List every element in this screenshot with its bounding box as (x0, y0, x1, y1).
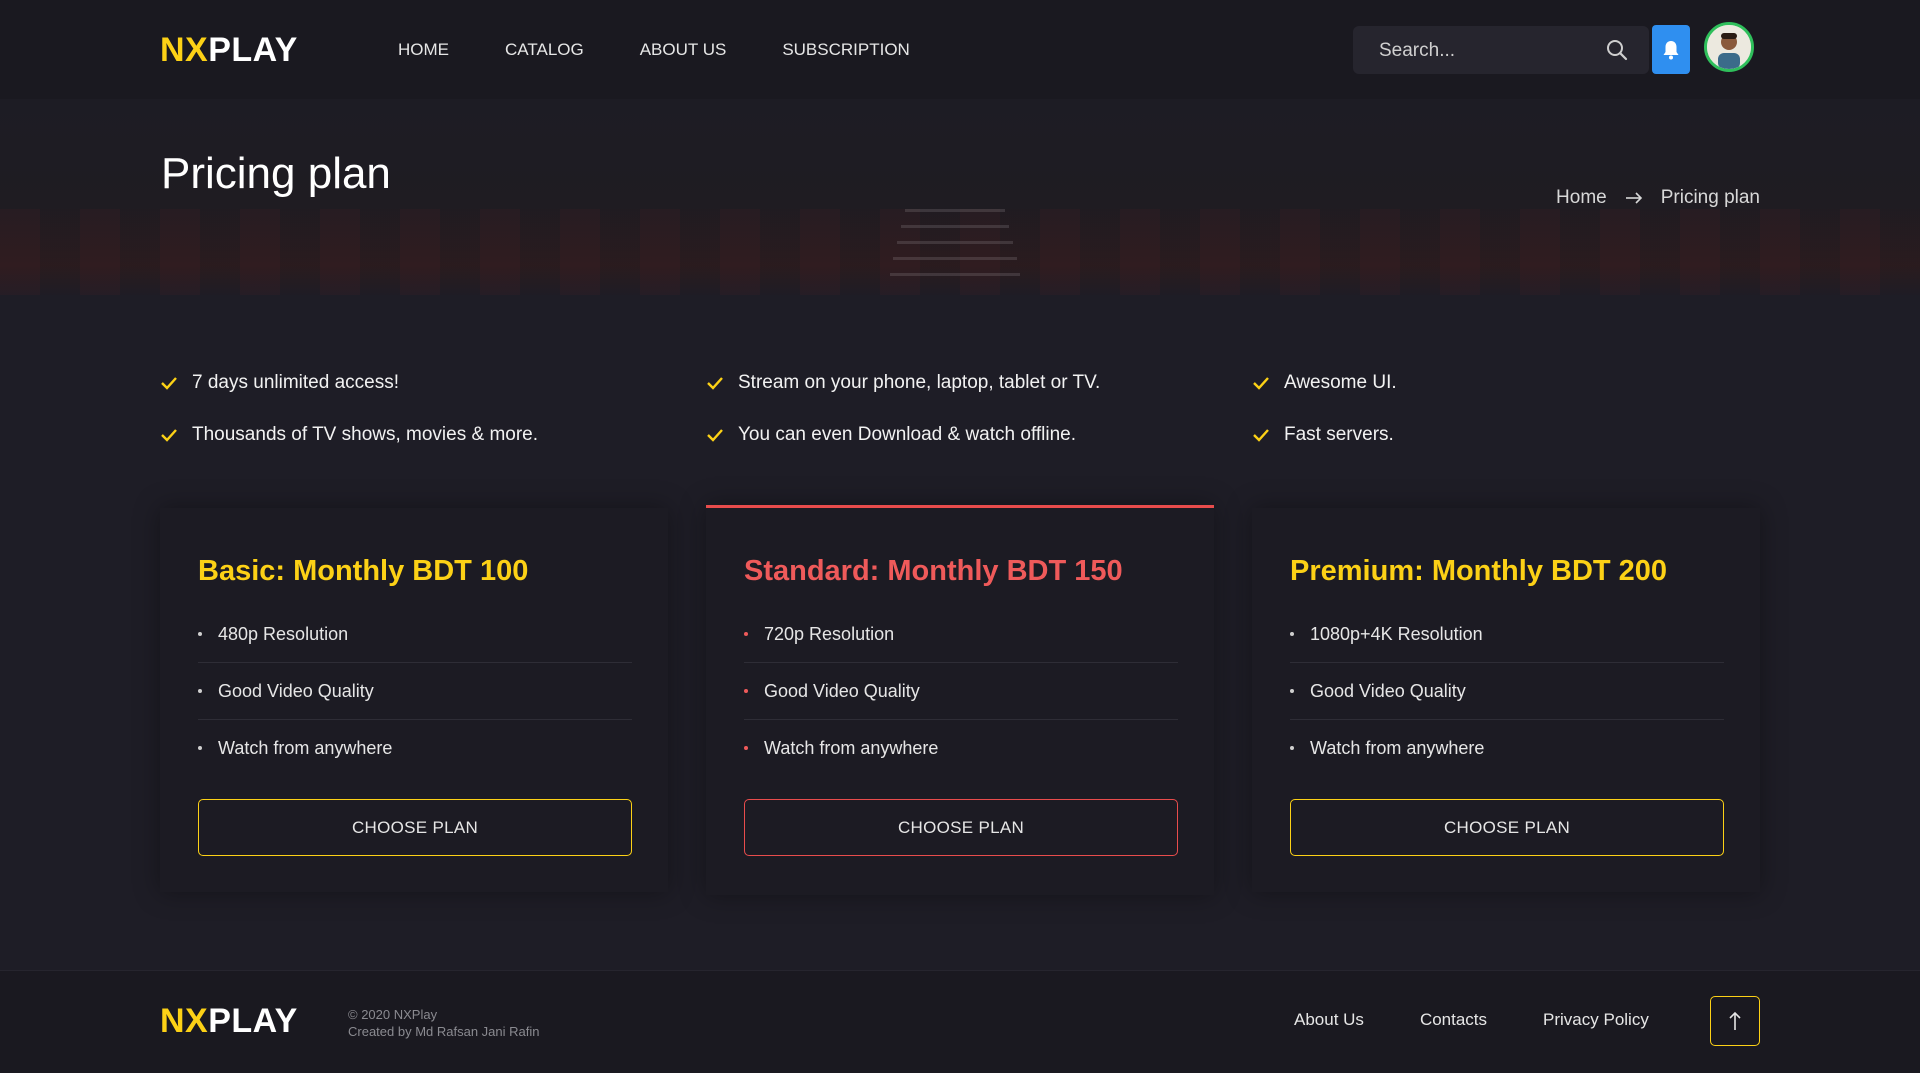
footer-link-about-us[interactable]: About Us (1294, 1010, 1364, 1030)
arrow-up-icon (1729, 1011, 1741, 1030)
feature-item: Fast servers. (1252, 424, 1394, 446)
logo-nx: NX (160, 1002, 209, 1040)
breadcrumb-current: Pricing plan (1660, 187, 1760, 208)
plan-feature-item: 480p Resolution (198, 606, 632, 663)
plan-title: Premium: Monthly BDT 200 (1290, 555, 1668, 587)
logo[interactable]: NXPLAY (160, 30, 298, 70)
plan-features: 1080p+4K Resolution Good Video Quality W… (1290, 606, 1724, 776)
feature-text: Stream on your phone, laptop, tablet or … (738, 372, 1101, 393)
check-icon (1253, 429, 1269, 442)
search-icon[interactable] (1605, 38, 1629, 62)
footer-logo[interactable]: NXPLAY (160, 1001, 298, 1041)
plan-feature-item: 720p Resolution (744, 606, 1178, 663)
check-icon (161, 429, 177, 442)
bell-icon (1663, 40, 1679, 59)
breadcrumb-home[interactable]: Home (1556, 187, 1607, 209)
plan-feature-item: Watch from anywhere (1290, 720, 1724, 776)
plan-title: Basic: Monthly BDT 100 (198, 555, 529, 587)
choose-plan-basic-button[interactable]: CHOOSE PLAN (198, 799, 632, 856)
plan-feature-item: Good Video Quality (198, 663, 632, 720)
logo-play: PLAY (208, 31, 298, 69)
nav-subscription[interactable]: SUBSCRIPTION (782, 40, 910, 60)
feature-text: Thousands of TV shows, movies & more. (192, 424, 539, 445)
feature-text: Awesome UI. (1284, 372, 1397, 393)
user-avatar[interactable] (1704, 22, 1754, 72)
plan-feature-item: 1080p+4K Resolution (1290, 606, 1724, 663)
feature-item: Thousands of TV shows, movies & more. (160, 424, 538, 446)
plan-card-standard: Standard: Monthly BDT 150 720p Resolutio… (706, 505, 1214, 895)
check-icon (707, 377, 723, 390)
credit-text: Created by Md Rafsan Jani Rafin (348, 1024, 540, 1039)
page-hero: Pricing plan Home Pricing plan (0, 99, 1920, 295)
page-title: Pricing plan (161, 149, 391, 198)
footer-link-privacy-policy[interactable]: Privacy Policy (1543, 1010, 1649, 1030)
hero-stairs-decoration (890, 209, 1020, 289)
plan-feature-item: Good Video Quality (1290, 663, 1724, 720)
plan-card-basic: Basic: Monthly BDT 100 480p Resolution G… (160, 508, 668, 892)
feature-text: Fast servers. (1284, 424, 1394, 445)
arrow-right-icon (1625, 192, 1642, 204)
top-header: NXPLAY HOME CATALOG ABOUT US SUBSCRIPTIO… (0, 0, 1920, 99)
main-nav: HOME CATALOG ABOUT US SUBSCRIPTION (398, 40, 966, 60)
search-input[interactable] (1377, 26, 1601, 76)
breadcrumb: Home Pricing plan (1556, 187, 1760, 209)
footer-link-contacts[interactable]: Contacts (1420, 1010, 1487, 1030)
copyright-text: © 2020 NXPlay (348, 1007, 438, 1022)
plan-feature-item: Watch from anywhere (198, 720, 632, 776)
plan-feature-item: Watch from anywhere (744, 720, 1178, 776)
feature-item: You can even Download & watch offline. (706, 424, 1076, 446)
feature-item: 7 days unlimited access! (160, 372, 399, 394)
avatar-image (1707, 25, 1751, 69)
plan-card-premium: Premium: Monthly BDT 200 1080p+4K Resolu… (1252, 508, 1760, 892)
feature-item: Awesome UI. (1252, 372, 1397, 394)
footer-copyright: © 2020 NXPlay Created by Md Rafsan Jani … (348, 1006, 539, 1040)
plan-title: Standard: Monthly BDT 150 (744, 555, 1123, 587)
nav-catalog[interactable]: CATALOG (505, 40, 584, 60)
check-icon (161, 377, 177, 390)
feature-text: You can even Download & watch offline. (738, 424, 1077, 445)
feature-item: Stream on your phone, laptop, tablet or … (706, 372, 1100, 394)
check-icon (1253, 377, 1269, 390)
logo-play: PLAY (208, 1002, 298, 1040)
page-footer: NXPLAY © 2020 NXPlay Created by Md Rafsa… (0, 970, 1920, 1073)
notification-button[interactable] (1652, 25, 1690, 74)
feature-text: 7 days unlimited access! (192, 372, 399, 393)
choose-plan-premium-button[interactable]: CHOOSE PLAN (1290, 799, 1724, 856)
footer-links: About Us Contacts Privacy Policy (1294, 1010, 1705, 1030)
plan-features: 480p Resolution Good Video Quality Watch… (198, 606, 632, 776)
choose-plan-standard-button[interactable]: CHOOSE PLAN (744, 799, 1178, 856)
plan-features: 720p Resolution Good Video Quality Watch… (744, 606, 1178, 776)
plan-feature-item: Good Video Quality (744, 663, 1178, 720)
back-to-top-button[interactable] (1710, 996, 1760, 1046)
nav-home[interactable]: HOME (398, 40, 449, 60)
check-icon (707, 429, 723, 442)
nav-about-us[interactable]: ABOUT US (640, 40, 727, 60)
logo-nx: NX (160, 31, 209, 69)
search-box (1353, 26, 1649, 76)
